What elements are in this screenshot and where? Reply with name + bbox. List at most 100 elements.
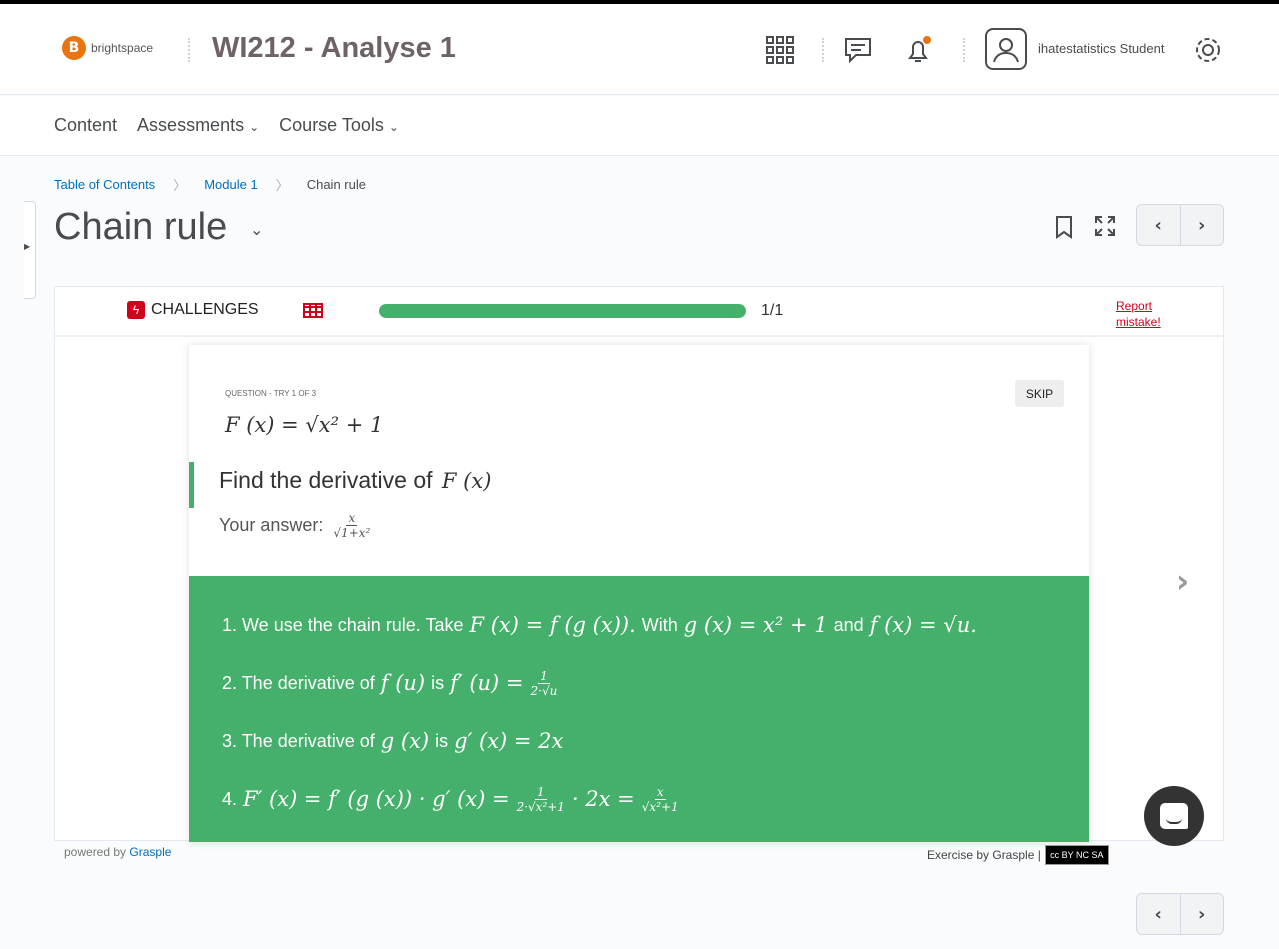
math-expression: f (u)	[380, 671, 426, 695]
topic-pager: ‹ ›	[1136, 204, 1224, 246]
messages-icon[interactable]	[842, 34, 874, 66]
progress-bar	[379, 304, 746, 318]
question-formula: F (x) = √x² + 1	[225, 413, 383, 437]
chat-icon	[1160, 803, 1188, 829]
exercise-credit: Exercise by Grasple | cc BY NC SA	[927, 845, 1109, 865]
settings-gear-icon[interactable]	[1192, 34, 1224, 66]
step-text: is	[431, 672, 445, 693]
apps-grid-icon[interactable]	[764, 34, 796, 66]
progress-text: 1/1	[761, 302, 784, 319]
skip-button[interactable]: SKIP	[1015, 380, 1064, 407]
caret-right-icon: ▶	[24, 242, 31, 251]
fraction: 1 2·√x²+1	[517, 785, 565, 814]
denominator: √x²+1	[641, 799, 679, 814]
step-text: is	[435, 730, 449, 751]
sidebar-toggle[interactable]: ▶	[24, 201, 36, 299]
question-try-label: QUESTION - TRY 1 OF 3	[225, 389, 317, 398]
page-title: Chain rule	[54, 206, 228, 248]
breadcrumb-current: Chain rule	[306, 177, 366, 192]
previous-topic-button[interactable]: ‹	[1137, 894, 1181, 934]
user-name[interactable]: ihatestatistics Student	[1038, 41, 1164, 56]
prompt-text: Find the derivative of	[219, 467, 433, 493]
solution-step: 3. The derivative of g (x) is g′ (x) = 2x	[219, 712, 1059, 770]
notifications-bell-icon[interactable]	[902, 34, 934, 66]
numerator: 1	[534, 784, 547, 800]
breadcrumb-module-1[interactable]: Module 1	[204, 177, 257, 192]
denominator: 2·√x²+1	[516, 799, 565, 814]
solution-step: 2. The derivative of f (u) is f′ (u) = 1 2·√u	[219, 654, 1059, 712]
fullscreen-icon[interactable]	[1094, 215, 1116, 241]
step-text: 2. The derivative of	[222, 672, 375, 693]
brightspace-logo[interactable]: Bbrightspace	[62, 36, 153, 60]
step-text: With	[641, 614, 678, 635]
math-expression: g (x)	[380, 729, 430, 753]
user-avatar-icon[interactable]	[985, 28, 1027, 70]
divider	[963, 38, 965, 62]
denominator: 2·√u	[530, 683, 558, 698]
solution-step: 4. F′ (x) = f′ (g (x)) · g′ (x) = 1 2·√x²+1…	[219, 770, 1059, 828]
title-chevron-down-icon[interactable]: ⌄	[250, 220, 263, 239]
course-nav: Content Assessments ⌄ Course Tools ⌄	[0, 96, 1279, 156]
grasple-frame: ϟ CHALLENGES 1/1 Report mistake! QUESTION…	[54, 286, 1224, 842]
challenge-bar: ϟ CHALLENGES 1/1 Report mistake!	[55, 287, 1223, 337]
fraction: x √x²+1	[642, 785, 679, 814]
prompt-math: F (x)	[441, 469, 492, 493]
exercise-text: Exercise by Grasple |	[927, 848, 1041, 862]
chevron-right-icon: 〉	[275, 178, 289, 193]
numerator: 1	[538, 668, 550, 684]
numerator: x	[346, 511, 358, 526]
solution-panel: 1. We use the chain rule. Take F (x) = f …	[189, 576, 1089, 842]
numerator: x	[654, 784, 666, 800]
course-title[interactable]: WI212 - Analyse 1	[212, 32, 456, 65]
answer-fraction: x √1+x²	[333, 511, 370, 540]
question-prompt: Find the derivative of F (x)	[219, 467, 494, 494]
lightning-icon: ϟ	[127, 301, 145, 319]
nav-course-tools[interactable]: Course Tools ⌄	[279, 115, 399, 136]
step-text: 4.	[222, 788, 238, 809]
fraction: 1 2·√u	[531, 669, 558, 698]
math-expression: f (x) = √u.	[869, 613, 977, 637]
nav-label: Assessments	[137, 115, 245, 135]
step-text: and	[833, 614, 864, 635]
solution-step: 1. We use the chain rule. Take F (x) = f …	[219, 596, 1059, 654]
math-expression: F′ (x) = f′ (g (x)) · g′ (x) =	[243, 787, 510, 811]
chevron-right-icon: 〉	[173, 178, 187, 193]
powered-text: powered by	[64, 845, 127, 859]
chevron-down-icon: ⌄	[388, 120, 399, 134]
answer-label: Your answer:	[219, 515, 324, 535]
bookmark-icon[interactable]	[1055, 215, 1073, 243]
divider	[822, 38, 824, 62]
challenges-label: CHALLENGES	[151, 301, 259, 318]
report-mistake-link[interactable]: Report mistake!	[1116, 298, 1176, 330]
question-accent-bar	[189, 462, 194, 508]
question-card: QUESTION - TRY 1 OF 3 SKIP F (x) = √x² +…	[189, 345, 1089, 842]
step-text: 1. We use the chain rule. Take	[222, 614, 464, 635]
math-expression: F (x) = f (g (x)).	[469, 613, 636, 637]
cc-license-badge[interactable]: cc BY NC SA	[1044, 845, 1109, 865]
nav-label: Course Tools	[279, 115, 384, 135]
next-topic-button[interactable]: ›	[1181, 205, 1224, 245]
breadcrumb: Table of Contents 〉 Module 1 〉 Chain rule	[54, 175, 366, 194]
next-question-arrow-icon[interactable]: ›	[1176, 562, 1189, 600]
nav-content[interactable]: Content	[54, 115, 117, 136]
challenges-link[interactable]: ϟ CHALLENGES	[127, 301, 259, 319]
denominator: √1+x²	[333, 526, 371, 540]
bottom-pager: ‹ ›	[1136, 893, 1224, 935]
grasple-link[interactable]: Grasple	[129, 845, 171, 859]
divider	[188, 38, 190, 62]
progress-fill	[379, 304, 746, 318]
math-expression: g′ (x) = 2x	[454, 729, 564, 753]
chat-launcher-button[interactable]	[1144, 786, 1204, 846]
math-expression: f′ (u) =	[450, 671, 524, 695]
your-answer: Your answer: x √1+x²	[219, 511, 374, 540]
formula-text: F (x) = √x² + 1	[225, 413, 384, 437]
header: Bbrightspace WI212 - Analyse 1 ihatestat…	[0, 4, 1279, 95]
table-grid-icon[interactable]	[303, 303, 323, 318]
chevron-down-icon: ⌄	[249, 120, 260, 134]
breadcrumb-table-of-contents[interactable]: Table of Contents	[54, 177, 155, 192]
previous-topic-button[interactable]: ‹	[1137, 205, 1181, 245]
next-topic-button[interactable]: ›	[1181, 894, 1224, 934]
nav-assessments[interactable]: Assessments ⌄	[137, 115, 259, 136]
math-expression: · 2x =	[571, 787, 635, 811]
step-text: 3. The derivative of	[222, 730, 375, 751]
